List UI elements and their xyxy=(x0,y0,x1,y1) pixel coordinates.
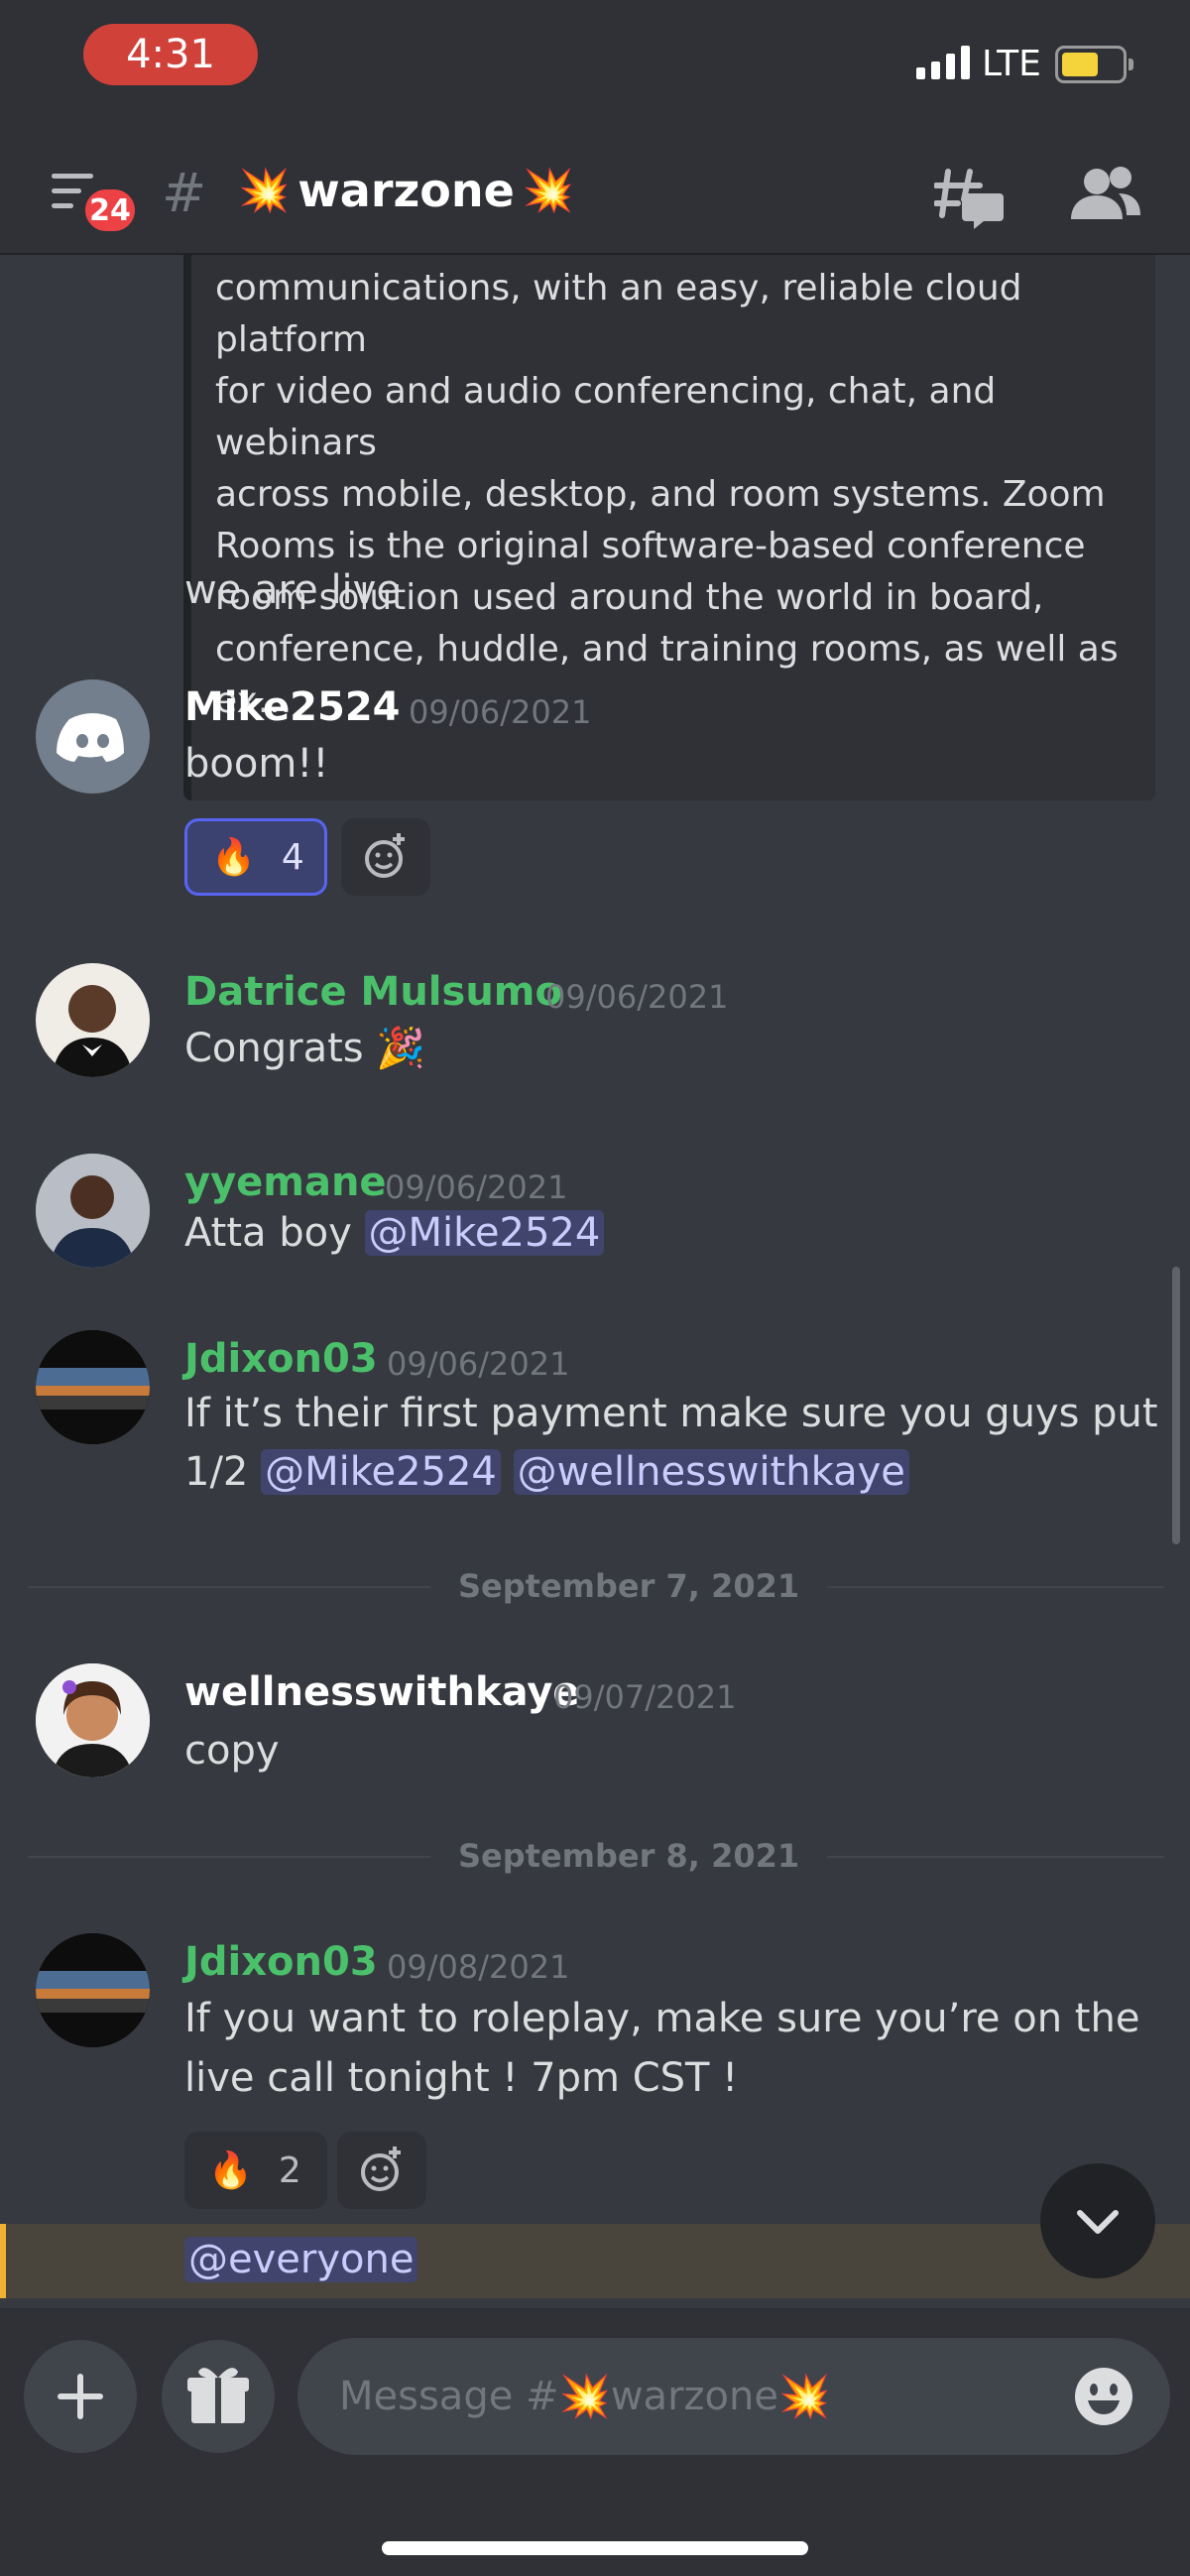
user-photo xyxy=(52,985,133,1077)
message-author[interactable]: wellnesswithkaye xyxy=(184,1669,580,1715)
channel-name: warzone xyxy=(298,164,515,217)
message-timestamp: 09/06/2021 xyxy=(385,1168,568,1206)
message-text: boom!! xyxy=(184,741,329,787)
battery-icon xyxy=(1055,46,1133,83)
placeholder-prefix: Message # xyxy=(339,2374,559,2419)
placeholder-channel: warzone xyxy=(610,2374,778,2419)
gift-button[interactable] xyxy=(162,2340,275,2453)
date-divider-label: September 7, 2021 xyxy=(430,1567,828,1605)
message-text: Atta boy @Mike2524 xyxy=(184,1210,605,1256)
embed-line: for video and audio conferencing, chat, … xyxy=(215,371,997,463)
plus-icon xyxy=(58,2374,103,2419)
gift-icon xyxy=(187,2368,249,2423)
fire-emoji: 🔥 xyxy=(211,837,256,878)
avatar[interactable] xyxy=(36,1933,150,2047)
avatar[interactable] xyxy=(36,963,150,1077)
collision-emoji: 💥 xyxy=(238,166,291,214)
message-timestamp: 09/07/2021 xyxy=(553,1678,737,1716)
unread-badge: 24 xyxy=(81,185,139,235)
message-author[interactable]: Mike2524 xyxy=(184,684,401,730)
jump-to-bottom-button[interactable] xyxy=(1040,2163,1155,2278)
collision-emoji: 💥 xyxy=(558,2372,611,2420)
collision-emoji: 💥 xyxy=(777,2372,831,2420)
everyone-mention[interactable]: @everyone xyxy=(184,2237,418,2282)
avatar[interactable] xyxy=(36,1330,150,1444)
message-author[interactable]: Jdixon03 xyxy=(184,1939,378,1985)
fire-emoji: 🔥 xyxy=(208,2150,253,2191)
avatar[interactable] xyxy=(36,1154,150,1268)
message-text: 1/2 @Mike2524 @wellnesswithkaye xyxy=(184,1449,909,1495)
message-text: @everyone xyxy=(184,2237,418,2282)
user-mention[interactable]: @Mike2524 xyxy=(261,1449,501,1495)
channel-hash-icon: # xyxy=(162,162,207,224)
add-reaction-icon xyxy=(361,2147,401,2191)
user-photo xyxy=(36,1330,150,1444)
message-input[interactable]: Message # 💥 warzone 💥 xyxy=(298,2338,1170,2455)
message-text: If you want to roleplay, make sure you’r… xyxy=(184,1996,1140,2041)
add-reaction-icon xyxy=(365,833,405,878)
status-bar: 4:31 LTE xyxy=(0,0,1190,134)
message-text: If it’s their first payment make sure yo… xyxy=(184,1391,1158,1436)
attach-button[interactable] xyxy=(24,2340,137,2453)
collision-emoji: 💥 xyxy=(522,166,575,214)
add-reaction-button[interactable] xyxy=(337,2132,426,2209)
party-popper-emoji: 🎉 xyxy=(376,1026,426,1071)
message-timestamp: 09/06/2021 xyxy=(409,693,592,731)
avatar[interactable] xyxy=(36,679,150,794)
reaction-count: 2 xyxy=(278,2149,301,2191)
message-body: Atta boy xyxy=(184,1210,352,1256)
message-text: we are live xyxy=(184,567,401,613)
members-icon[interactable] xyxy=(1069,164,1140,227)
embed-line: Rooms is the original software-based con… xyxy=(215,526,1086,566)
reaction-count: 4 xyxy=(281,836,304,878)
channel-title[interactable]: 💥 warzone 💥 xyxy=(238,164,574,217)
message-author[interactable]: yyemane xyxy=(184,1160,387,1205)
signal-icon xyxy=(916,44,970,79)
fire-reaction[interactable]: 🔥 2 xyxy=(184,2132,327,2209)
channel-header: 24 # 💥 warzone 💥 xyxy=(0,134,1190,255)
embed-line: across mobile, desktop, and room systems… xyxy=(215,474,1106,515)
message-body: Congrats xyxy=(184,1026,364,1071)
clock: 4:31 xyxy=(83,24,258,85)
add-reaction-button[interactable] xyxy=(341,818,430,896)
message-body: 1/2 xyxy=(184,1449,249,1495)
message-text: live call tonight ! 7pm CST ! xyxy=(184,2055,739,2101)
user-photo xyxy=(36,1663,150,1778)
message-timestamp: 09/06/2021 xyxy=(387,1345,570,1383)
message-text: copy xyxy=(184,1728,280,1774)
home-indicator xyxy=(382,2541,808,2555)
message-text: Congrats 🎉 xyxy=(184,1025,425,1071)
user-mention[interactable]: @wellnesswithkaye xyxy=(513,1449,909,1495)
network-label: LTE xyxy=(982,44,1041,84)
message-composer: Message # 💥 warzone 💥 xyxy=(0,2308,1190,2576)
mentioned-message[interactable] xyxy=(0,2224,1190,2298)
user-photo xyxy=(36,1154,150,1268)
fire-reaction[interactable]: 🔥 4 xyxy=(184,818,327,896)
message-author[interactable]: Jdixon03 xyxy=(184,1336,378,1382)
user-mention[interactable]: @Mike2524 xyxy=(364,1210,605,1256)
date-divider-label: September 8, 2021 xyxy=(430,1837,828,1875)
threads-icon[interactable] xyxy=(934,164,1004,229)
avatar[interactable] xyxy=(36,1663,150,1778)
message-timestamp: 09/08/2021 xyxy=(387,1948,570,1986)
message-author[interactable]: Datrice Mulsumo xyxy=(184,969,562,1015)
discord-logo-icon xyxy=(57,713,124,762)
scrollbar[interactable] xyxy=(1172,1267,1180,1544)
user-photo xyxy=(36,1933,150,2047)
embed-line: communications, with an easy, reliable c… xyxy=(215,268,1022,360)
chevron-down-icon xyxy=(1077,2210,1119,2234)
message-timestamp: 09/06/2021 xyxy=(545,978,729,1016)
message-list[interactable]: communications, with an easy, reliable c… xyxy=(0,255,1190,2308)
emoji-picker-icon[interactable] xyxy=(1073,2366,1134,2427)
